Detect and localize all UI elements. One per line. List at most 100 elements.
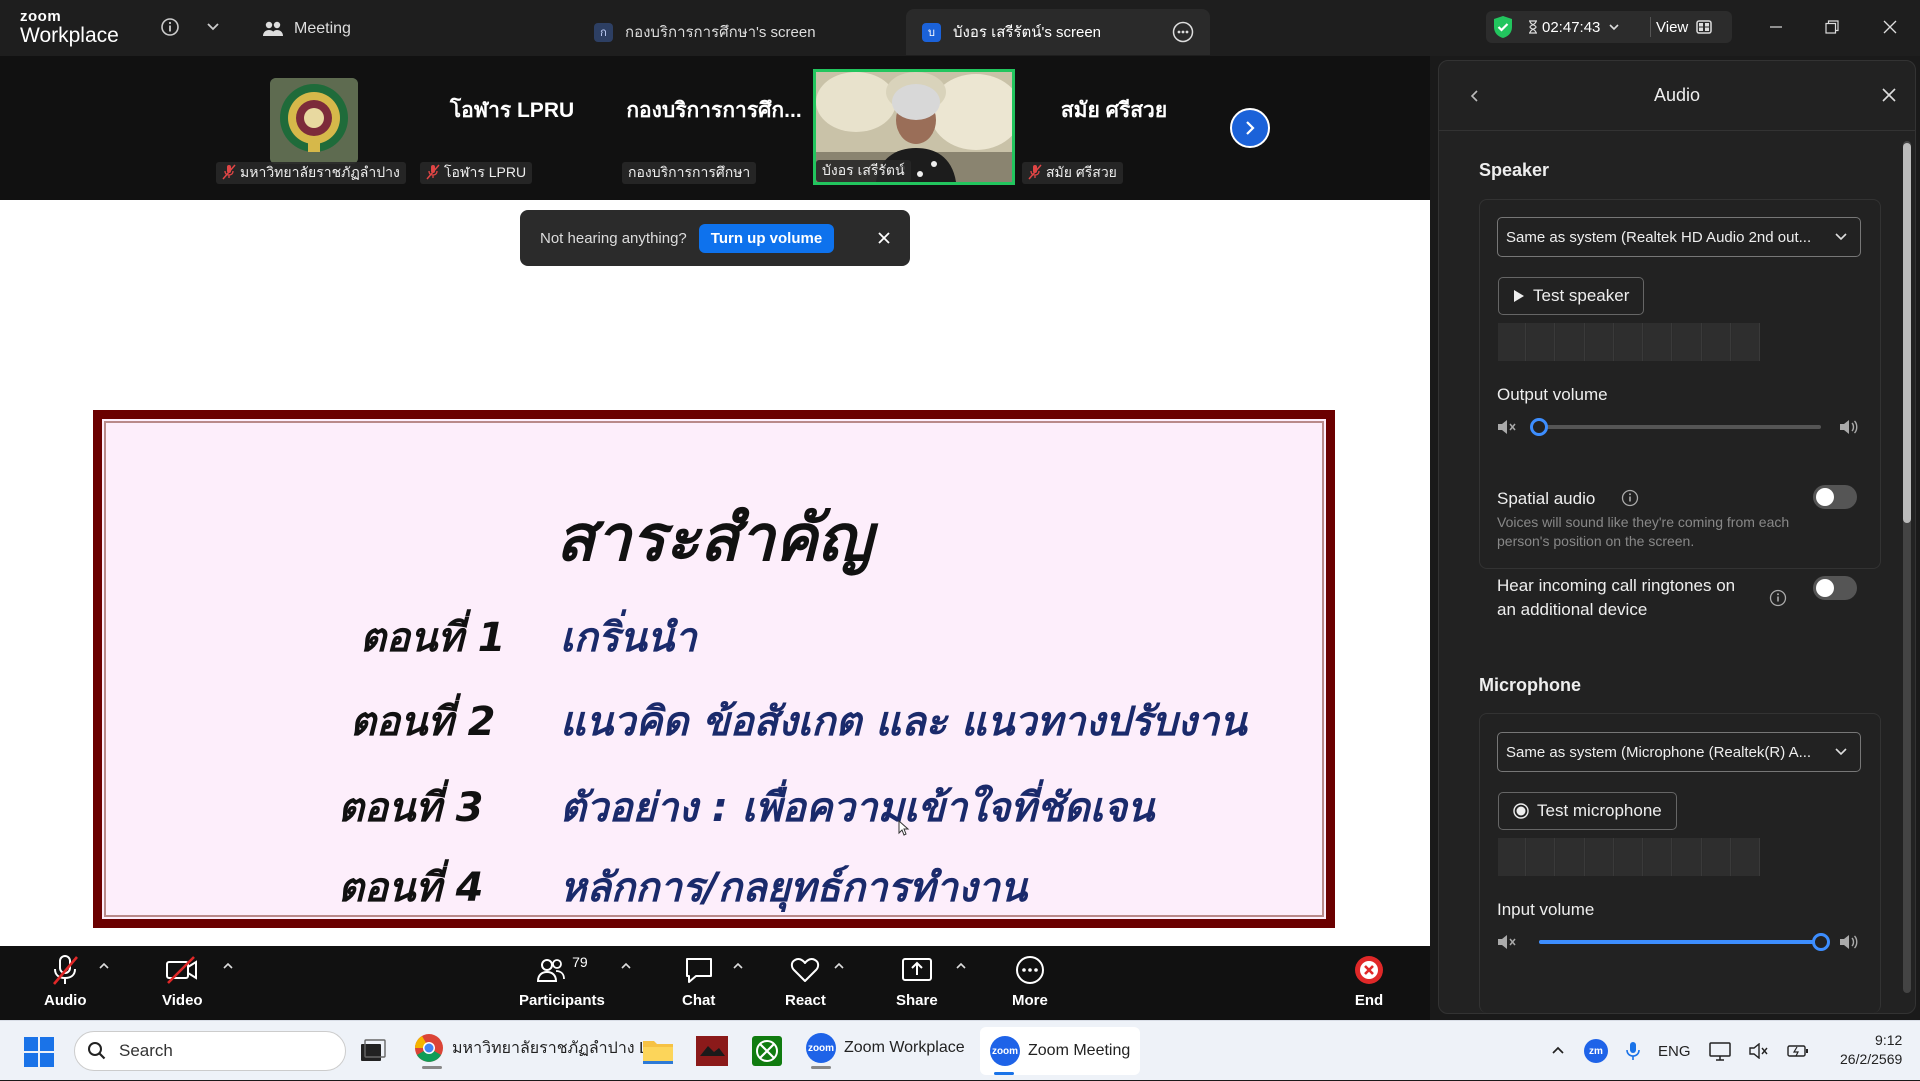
participant-label: กองบริการการศึกษา	[622, 162, 757, 184]
share-options-caret[interactable]	[955, 960, 967, 975]
network-icon[interactable]	[1708, 1041, 1731, 1061]
chat-button[interactable]: Chat	[682, 954, 715, 1009]
ringtones-info-icon[interactable]	[1769, 589, 1787, 612]
test-speaker-button[interactable]: Test speaker	[1498, 277, 1645, 315]
tab-share-1[interactable]: ก กองบริการการศึกษา's screen	[578, 9, 832, 55]
slide-episode: ตอนที่ 1	[360, 615, 506, 661]
test-microphone-button[interactable]: Test microphone	[1498, 792, 1677, 830]
restore-button[interactable]	[1812, 12, 1852, 42]
chat-options-caret[interactable]	[732, 960, 744, 975]
close-notice-icon[interactable]	[878, 228, 890, 249]
shield-check-icon[interactable]	[1492, 15, 1514, 39]
chevron-down-icon	[1834, 229, 1848, 243]
taskbar-zoom-workplace[interactable]: zoom Zoom Workplace	[806, 1033, 965, 1069]
react-options-caret[interactable]	[833, 960, 845, 975]
system-clock[interactable]: 9:12 26/2/2569	[1840, 1031, 1902, 1069]
people-icon	[262, 19, 284, 39]
slide-title: สาระสำคัญ	[555, 501, 873, 576]
volume-up-icon	[1839, 419, 1859, 440]
zoom-icon: zoom	[806, 1033, 836, 1063]
participants-button[interactable]: 79 Participants	[519, 954, 605, 1009]
close-window-button[interactable]	[1870, 12, 1910, 42]
language-indicator[interactable]: ENG	[1658, 1043, 1691, 1060]
microphone-icon[interactable]	[1626, 1041, 1640, 1061]
heart-icon	[791, 958, 820, 982]
timer-chevron-icon[interactable]	[1608, 21, 1620, 33]
taskbar-chrome[interactable]: มหาวิทยาลัยราชภัฏลำปาง Li	[414, 1033, 652, 1069]
restore-icon	[1825, 20, 1839, 34]
zoom-icon: zoom	[990, 1036, 1020, 1066]
participant-name: สมัย ศรีสวย	[1046, 164, 1117, 180]
turn-up-volume-button[interactable]: Turn up volume	[698, 223, 835, 253]
end-button[interactable]: End	[1353, 954, 1385, 1009]
more-options-icon[interactable]	[1172, 21, 1194, 43]
participant-tile[interactable]: สมัย ศรีสวย สมัย ศรีสวย	[1016, 70, 1212, 184]
hourglass-icon	[1528, 20, 1538, 34]
participants-label: Participants	[519, 992, 605, 1009]
slide-topic: ตัวอย่าง : เพื่อความเข้าใจที่ชัดเจน	[560, 785, 1155, 831]
active-indicator	[994, 1072, 1014, 1075]
speaker-device-select[interactable]: Same as system (Realtek HD Audio 2nd out…	[1497, 217, 1861, 257]
microphone-level-meter	[1498, 838, 1760, 876]
more-button[interactable]: More	[1012, 954, 1048, 1009]
meeting-toolbar: Audio Video 79 Participants Chat React S…	[0, 946, 1430, 1020]
input-volume-label: Input volume	[1497, 900, 1595, 919]
microphone-device-select[interactable]: Same as system (Microphone (Realtek(R) A…	[1497, 732, 1861, 772]
next-page-button[interactable]	[1230, 108, 1270, 148]
system-tray: zm ENG	[1550, 1021, 1809, 1081]
file-explorer-icon[interactable]	[642, 1037, 674, 1065]
end-label: End	[1354, 992, 1384, 1009]
volume-muted-icon[interactable]	[1748, 1043, 1769, 1059]
active-speaker-tile[interactable]: บังอร เสรีรัตน์	[813, 69, 1015, 185]
chevron-up-icon[interactable]	[1550, 1043, 1566, 1059]
participant-tile[interactable]: กองบริการการศึก... กองบริการการศึกษา	[616, 70, 812, 184]
clock-time: 9:12	[1875, 1032, 1903, 1048]
windows-start-icon[interactable]	[24, 1037, 54, 1067]
ringtones-toggle[interactable]	[1813, 576, 1857, 600]
pill-divider	[1650, 17, 1651, 37]
title-bar: zoom Workplace Meeting ก กองบริการการศึก…	[0, 0, 1920, 56]
xbox-icon[interactable]	[752, 1036, 782, 1066]
running-indicator	[422, 1066, 442, 1069]
taskbar-search[interactable]: Search	[74, 1031, 346, 1071]
video-off-icon	[166, 956, 198, 984]
chevron-right-icon	[1246, 121, 1255, 135]
chrome-icon	[415, 1034, 443, 1062]
participants-options-caret[interactable]	[620, 960, 632, 975]
react-button[interactable]: React	[785, 954, 826, 1009]
participant-tile[interactable]: มหาวิทยาลัยราชภัฏลำปาง	[212, 70, 408, 184]
app-icon[interactable]	[696, 1036, 728, 1066]
input-volume-fill	[1539, 940, 1821, 944]
minimize-button[interactable]	[1756, 12, 1796, 42]
chevron-down-icon[interactable]	[206, 20, 220, 34]
participant-display-name: สมัย ศรีสวย	[1060, 99, 1168, 122]
test-microphone-label: Test microphone	[1537, 801, 1662, 820]
zoom-tray-icon[interactable]: zm	[1584, 1039, 1608, 1063]
view-button[interactable]: View	[1656, 19, 1712, 36]
participant-name: โอฬาร LPRU	[444, 164, 527, 180]
video-label: Video	[162, 992, 203, 1009]
output-volume-knob[interactable]	[1530, 418, 1548, 436]
spatial-audio-description: Voices will sound like they're coming fr…	[1497, 514, 1790, 549]
tab-share-2[interactable]: บ บังอร เสรีรัตน์'s screen	[906, 9, 1210, 55]
task-view-icon[interactable]	[360, 1039, 386, 1063]
audio-button[interactable]: Audio	[44, 954, 87, 1009]
participant-display-name: กองบริการการศึก...	[626, 99, 802, 122]
audio-options-caret[interactable]	[98, 960, 110, 975]
input-volume-knob[interactable]	[1812, 933, 1830, 951]
tab-meeting[interactable]: Meeting	[262, 16, 351, 42]
info-icon[interactable]	[160, 17, 180, 37]
spatial-audio-toggle[interactable]	[1813, 485, 1857, 509]
panel-scrollbar[interactable]	[1903, 141, 1911, 993]
scrollbar-thumb[interactable]	[1903, 143, 1911, 523]
input-volume-slider[interactable]	[1539, 933, 1830, 951]
share-button[interactable]: Share	[896, 954, 938, 1009]
close-panel-icon[interactable]	[1881, 87, 1897, 103]
video-button[interactable]: Video	[162, 954, 203, 1009]
participant-tile[interactable]: โอฬาร LPRU โอฬาร LPRU	[414, 70, 610, 184]
spatial-info-icon[interactable]	[1621, 489, 1639, 512]
output-volume-slider[interactable]	[1530, 418, 1821, 436]
taskbar-zoom-meeting[interactable]: zoom Zoom Meeting	[980, 1027, 1141, 1075]
video-options-caret[interactable]	[222, 960, 234, 975]
battery-icon[interactable]	[1786, 1044, 1809, 1058]
